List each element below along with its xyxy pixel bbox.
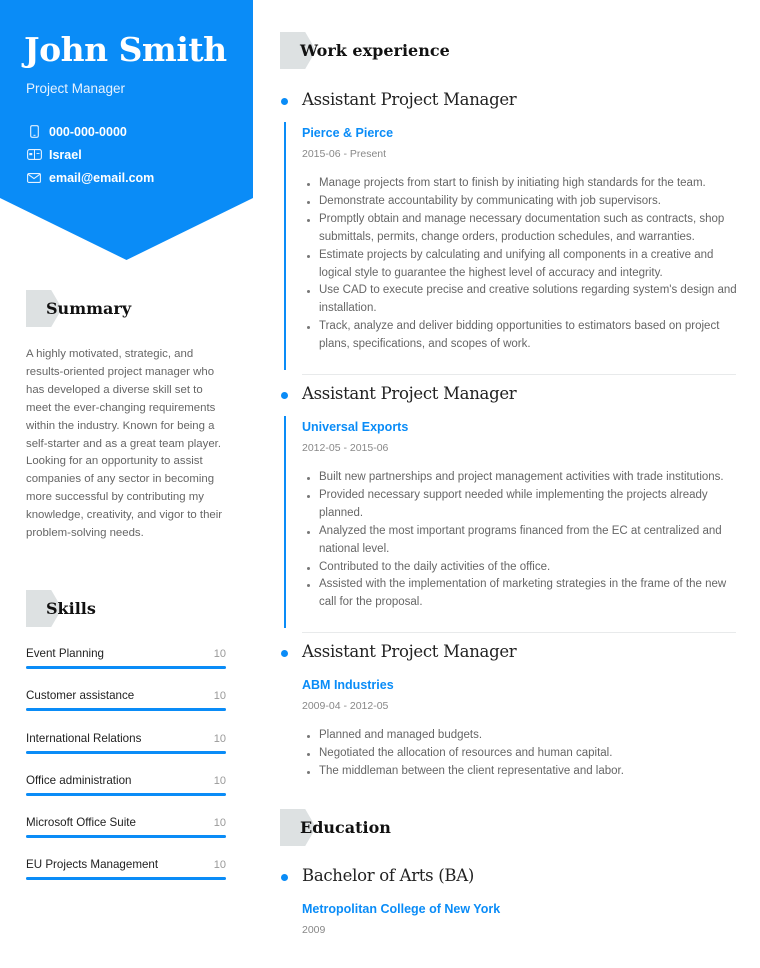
timeline-dot — [281, 392, 288, 399]
work-title: Work experience — [300, 41, 450, 60]
skill-level: 10 — [213, 732, 226, 745]
skill-item: International Relations 10 — [26, 730, 226, 772]
timeline-dot — [281, 650, 288, 657]
skill-level: 10 — [213, 859, 226, 872]
entry-divider — [302, 374, 736, 375]
entry-dates: 2015-06 - Present — [302, 148, 387, 160]
bullet-item: Built new partnerships and project manag… — [302, 469, 742, 487]
skill-name: International Relations — [26, 731, 142, 745]
skill-level: 10 — [213, 774, 226, 787]
sidebar: John Smith Project Manager 000-000-0000 … — [0, 0, 253, 968]
education-title: Education — [300, 818, 391, 837]
skill-item: Microsoft Office Suite 10 — [26, 814, 226, 856]
education-degree: Bachelor of Arts (BA) — [302, 866, 474, 885]
profile-title: Project Manager — [26, 81, 126, 96]
skill-item: Event Planning 10 — [26, 645, 226, 687]
skill-bar — [26, 835, 226, 839]
phone-icon — [26, 125, 42, 139]
entry-bullets: Manage projects from start to finish by … — [302, 175, 742, 354]
education-dates: 2009 — [302, 924, 326, 936]
bullet-item: Demonstrate accountability by communicat… — [302, 193, 742, 211]
bullet-item: Provided necessary support needed while … — [302, 487, 742, 523]
location-text: Israel — [49, 147, 82, 162]
bullet-item: The middleman between the client represe… — [302, 763, 742, 781]
contact-list: 000-000-0000 Israel email@email.com — [26, 120, 154, 189]
skill-bar-fill — [26, 750, 226, 754]
skill-name: Office administration — [26, 773, 132, 787]
bullet-item: Contributed to the daily activities of t… — [302, 559, 742, 577]
entry-divider — [302, 632, 736, 633]
skills-title: Skills — [46, 599, 96, 618]
entry-role: Assistant Project Manager — [302, 642, 517, 661]
skill-bar-fill — [26, 666, 226, 669]
skill-bar-fill — [26, 835, 226, 839]
skill-name: Microsoft Office Suite — [26, 816, 136, 830]
skill-level: 10 — [213, 690, 226, 703]
bullet-item: Negotiated the allocation of resources a… — [302, 745, 742, 763]
entry-dates: 2009-04 - 2012-05 — [302, 700, 389, 712]
skill-bar — [26, 750, 226, 754]
email-link[interactable]: email@email.com — [49, 171, 154, 185]
timeline-line — [284, 416, 286, 628]
skill-item: Customer assistance 10 — [26, 687, 226, 729]
entry-dates: 2012-05 - 2015-06 — [302, 442, 389, 454]
skill-bar-fill — [26, 877, 226, 881]
entry-bullets: Planned and managed budgets. Negotiated … — [302, 727, 742, 781]
skill-bar — [26, 666, 226, 669]
timeline-dot — [281, 98, 288, 105]
bullet-item: Estimate projects by calculating and uni… — [302, 247, 742, 283]
skill-item: Office administration 10 — [26, 772, 226, 814]
education-school: Metropolitan College of New York — [302, 902, 501, 916]
timeline-line — [284, 122, 286, 370]
entry-role: Assistant Project Manager — [302, 90, 517, 109]
phone-link[interactable]: 000-000-0000 — [49, 125, 127, 139]
bullet-item: Planned and managed budgets. — [302, 727, 742, 745]
skills-list: Event Planning 10 Customer assistance 10… — [26, 645, 226, 899]
skill-bar-fill — [26, 792, 226, 796]
skill-bar — [26, 708, 226, 712]
profile-name: John Smith — [24, 30, 227, 69]
bullet-item: Assisted with the implementation of mark… — [302, 576, 742, 612]
skill-item: EU Projects Management 10 — [26, 856, 226, 898]
entry-bullets: Built new partnerships and project manag… — [302, 469, 742, 612]
main-content: Work experience Assistant Project Manage… — [253, 0, 760, 968]
summary-text: A highly motivated, strategic, and resul… — [26, 348, 223, 540]
skill-bar — [26, 877, 226, 881]
bullet-item: Track, analyze and deliver bidding oppor… — [302, 318, 742, 354]
timeline-dot — [281, 874, 288, 881]
bullet-item: Use CAD to execute precise and creative … — [302, 282, 742, 318]
skill-name: EU Projects Management — [26, 858, 159, 872]
entry-role: Assistant Project Manager — [302, 384, 517, 403]
skill-name: Event Planning — [26, 647, 104, 660]
entry-company: Universal Exports — [302, 420, 409, 434]
skill-name: Customer assistance — [26, 689, 135, 703]
contact-email: email@email.com — [26, 166, 154, 189]
email-icon — [26, 171, 42, 185]
entry-company: ABM Industries — [302, 678, 394, 692]
bullet-item: Manage projects from start to finish by … — [302, 175, 742, 193]
contact-location: Israel — [26, 143, 154, 166]
summary-title: Summary — [46, 299, 132, 318]
skill-bar-fill — [26, 708, 226, 712]
bullet-item: Analyzed the most important programs fin… — [302, 523, 742, 559]
contact-phone: 000-000-0000 — [26, 120, 154, 143]
bullet-item: Promptly obtain and manage necessary doc… — [302, 211, 742, 247]
location-icon — [26, 148, 42, 162]
skill-level: 10 — [213, 817, 226, 830]
skill-level: 10 — [213, 648, 226, 660]
skill-bar — [26, 792, 226, 796]
entry-company: Pierce & Pierce — [302, 126, 394, 140]
